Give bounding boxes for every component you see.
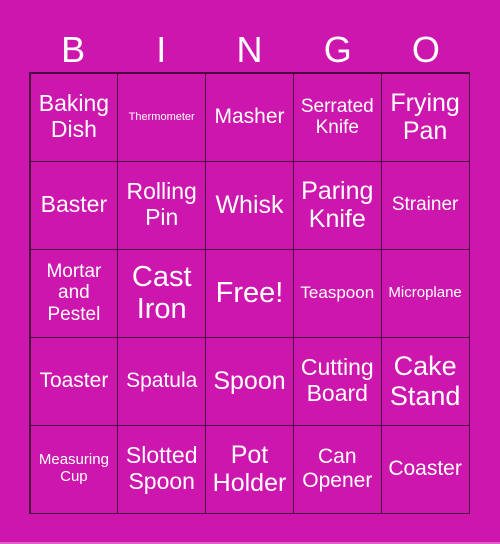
bingo-cell[interactable]: Measuring Cup xyxy=(29,424,119,514)
free-space-cell[interactable]: Free! xyxy=(205,248,294,338)
bingo-cell[interactable]: Cast Iron xyxy=(117,248,207,338)
bingo-cell[interactable]: Pot Holder xyxy=(205,424,294,514)
bingo-cell[interactable]: Toaster xyxy=(29,336,119,426)
bingo-cell[interactable]: Cutting Board xyxy=(292,336,382,426)
bingo-cell[interactable]: Frying Pan xyxy=(380,72,470,162)
bingo-cell[interactable]: Rolling Pin xyxy=(117,160,207,250)
bingo-card-grid: Baking Dish Thermometer Masher Serrated … xyxy=(29,72,470,514)
bingo-cell[interactable]: Mortar and Pestel xyxy=(29,248,119,338)
bingo-cell[interactable]: Slotted Spoon xyxy=(117,424,207,514)
bingo-cell[interactable]: Can Opener xyxy=(292,424,382,514)
bingo-header: B I N G O xyxy=(29,28,470,72)
header-letter-b: B xyxy=(61,29,86,70)
bingo-cell[interactable]: Cake Stand xyxy=(380,336,470,426)
header-letter-n: N xyxy=(236,29,263,70)
bingo-cell[interactable]: Masher xyxy=(205,72,294,162)
bingo-cell[interactable]: Spoon xyxy=(205,336,294,426)
bingo-cell[interactable]: Microplane xyxy=(380,248,470,338)
bingo-cell[interactable]: Baster xyxy=(29,160,119,250)
bingo-cell[interactable]: Thermometer xyxy=(117,72,207,162)
bingo-cell[interactable]: Strainer xyxy=(380,160,470,250)
header-letter-g: G xyxy=(323,29,352,70)
bingo-cell[interactable]: Spatula xyxy=(117,336,207,426)
header-letter-i: I xyxy=(156,29,167,70)
bingo-cell[interactable]: Serrated Knife xyxy=(292,72,382,162)
bingo-cell[interactable]: Coaster xyxy=(380,424,470,514)
header-letter-o: O xyxy=(411,29,440,70)
bingo-cell[interactable]: Baking Dish xyxy=(29,72,119,162)
bingo-cell[interactable]: Whisk xyxy=(205,160,294,250)
bingo-cell[interactable]: Paring Knife xyxy=(292,160,382,250)
bingo-cell[interactable]: Teaspoon xyxy=(292,248,382,338)
